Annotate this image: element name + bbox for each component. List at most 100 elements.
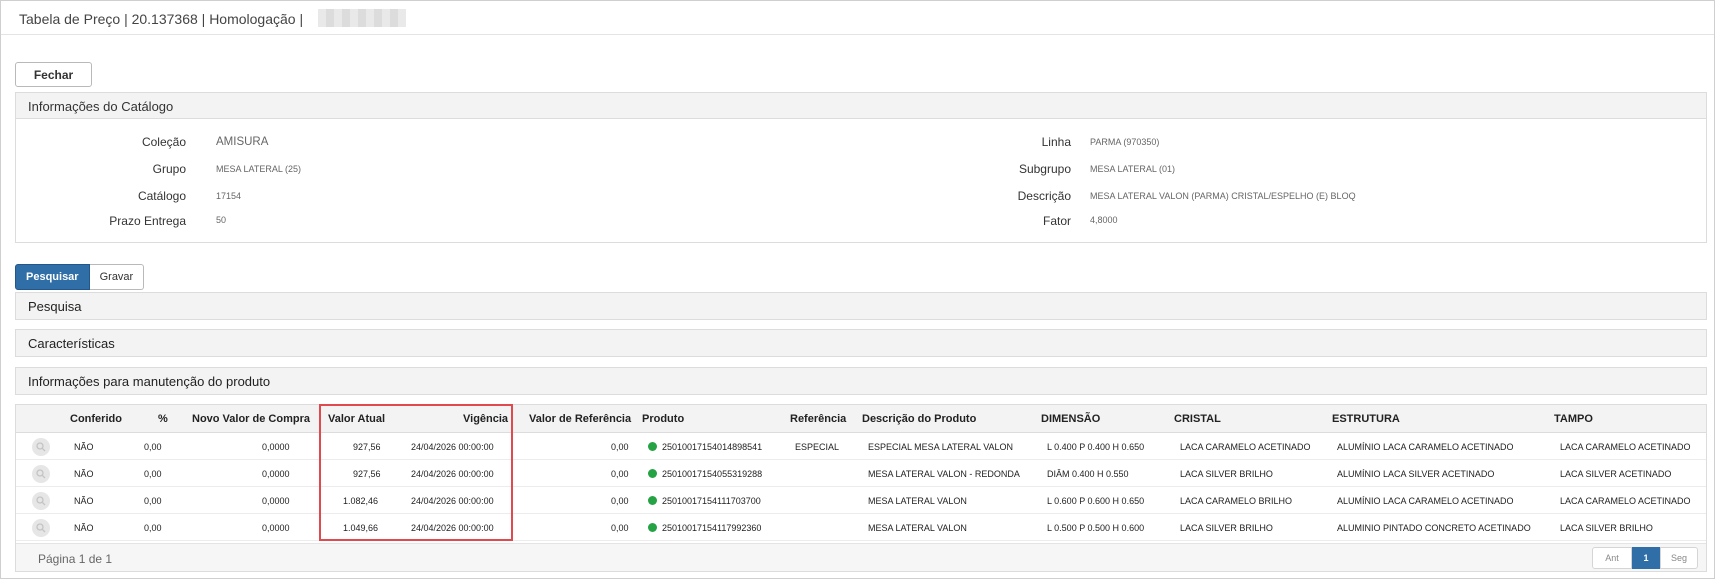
col-produto[interactable]: Produto	[642, 413, 684, 425]
search-button[interactable]: Pesquisar	[15, 264, 90, 290]
table-row[interactable]: NÃO 0,00 0,0000 1.049,66 24/04/2026 00:0…	[16, 514, 1706, 541]
cell-valor-referencia: 0,00	[611, 442, 629, 452]
section-caracteristicas[interactable]: Características	[15, 329, 1707, 357]
cell-cristal: LACA SILVER BRILHO	[1180, 469, 1273, 479]
cell-valor-atual: 1.049,66	[343, 523, 379, 533]
value-prazo-entrega: 50	[216, 215, 227, 225]
magnifier-icon[interactable]	[32, 438, 50, 456]
action-button-group: Pesquisar Gravar	[15, 264, 145, 290]
cell-conferido: NÃO	[74, 523, 94, 533]
pager: Ant 1 Seg	[1592, 547, 1698, 569]
col-novo-valor[interactable]: Novo Valor de Compra	[192, 413, 310, 425]
save-button[interactable]: Gravar	[89, 264, 145, 290]
col-cristal[interactable]: CRISTAL	[1174, 413, 1221, 425]
col-descricao[interactable]: Descrição do Produto	[862, 413, 976, 425]
catalog-panel-header: Informações do Catálogo	[15, 92, 1707, 119]
cell-valor-atual: 927,56	[353, 442, 381, 452]
cell-novo-valor: 0,0000	[262, 442, 290, 452]
cell-dimensao: L 0.600 P 0.600 H 0.650	[1047, 496, 1145, 506]
cell-conferido: NÃO	[74, 469, 94, 479]
cell-descricao: MESA LATERAL VALON - REDONDA	[868, 469, 1020, 479]
cell-valor-referencia: 0,00	[611, 496, 629, 506]
cell-percent: 0,00	[144, 496, 162, 506]
cell-valor-referencia: 0,00	[611, 523, 629, 533]
cell-percent: 0,00	[144, 523, 162, 533]
label-descricao: Descrição	[1017, 189, 1071, 203]
cell-dimensao: DIÂM 0.400 H 0.550	[1047, 469, 1129, 479]
cell-novo-valor: 0,0000	[262, 496, 290, 506]
section-pesquisa[interactable]: Pesquisa	[15, 292, 1707, 320]
cell-descricao: MESA LATERAL VALON	[868, 523, 967, 533]
value-fator: 4,8000	[1090, 215, 1118, 225]
cell-vigencia: 24/04/2026 00:00:00	[411, 469, 494, 479]
window-title: Tabela de Preço | 20.137368 | Homologaçã…	[19, 11, 304, 27]
cell-descricao: MESA LATERAL VALON	[868, 496, 967, 506]
col-referencia[interactable]: Referência	[790, 413, 846, 425]
value-descricao: MESA LATERAL VALON (PARMA) CRISTAL/ESPEL…	[1090, 191, 1356, 201]
label-catalogo: Catálogo	[137, 189, 186, 203]
cell-produto: 25010017154055319288	[662, 469, 763, 479]
value-grupo: MESA LATERAL (25)	[216, 164, 302, 174]
cell-estrutura: ALUMINIO PINTADO CONCRETO ACETINADO	[1337, 523, 1531, 533]
status-dot-icon	[648, 469, 657, 478]
cell-novo-valor: 0,0000	[262, 469, 290, 479]
cell-descricao: ESPECIAL MESA LATERAL VALON	[868, 442, 1014, 452]
col-vigencia[interactable]: Vigência	[463, 413, 508, 425]
cell-dimensao: L 0.500 P 0.500 H 0.600	[1047, 523, 1145, 533]
magnifier-icon[interactable]	[32, 465, 50, 483]
redacted-user	[318, 9, 406, 27]
cell-valor-atual: 927,56	[353, 469, 381, 479]
label-linha: Linha	[1041, 135, 1071, 149]
cell-valor-atual: 1.082,46	[343, 496, 379, 506]
cell-valor-referencia: 0,00	[611, 469, 629, 479]
col-estrutura[interactable]: ESTRUTURA	[1332, 413, 1400, 425]
status-dot-icon	[648, 442, 657, 451]
next-page-button[interactable]: Seg	[1660, 547, 1698, 569]
label-fator: Fator	[1042, 214, 1071, 228]
cell-estrutura: ALUMÍNIO LACA CARAMELO ACETINADO	[1337, 442, 1514, 452]
col-dimensao[interactable]: DIMENSÃO	[1041, 413, 1100, 425]
col-tampo[interactable]: TAMPO	[1554, 413, 1593, 425]
cell-novo-valor: 0,0000	[262, 523, 290, 533]
prev-page-button[interactable]: Ant	[1592, 547, 1632, 569]
cell-conferido: NÃO	[74, 496, 94, 506]
cell-estrutura: ALUMÍNIO LACA SILVER ACETINADO	[1337, 469, 1495, 479]
close-button[interactable]: Fechar	[15, 62, 92, 87]
page-1-button[interactable]: 1	[1632, 547, 1660, 569]
cell-conferido: NÃO	[74, 442, 94, 452]
cell-tampo: LACA CARAMELO ACETINADO	[1560, 442, 1691, 452]
cell-estrutura: ALUMÍNIO LACA CARAMELO ACETINADO	[1337, 496, 1514, 506]
product-grid: Conferido % Novo Valor de Compra Valor A…	[15, 404, 1707, 572]
cell-produto: 25010017154014898541	[662, 442, 763, 452]
grid-header: Conferido % Novo Valor de Compra Valor A…	[16, 405, 1706, 433]
value-colecao: AMISURA	[216, 136, 269, 148]
title-bar: Tabela de Preço | 20.137368 | Homologaçã…	[1, 1, 1714, 35]
grid-footer: Página 1 de 1 Ant 1 Seg	[16, 543, 1706, 571]
table-row[interactable]: NÃO 0,00 0,0000 927,56 24/04/2026 00:00:…	[16, 460, 1706, 487]
table-row[interactable]: NÃO 0,00 0,0000 1.082,46 24/04/2026 00:0…	[16, 487, 1706, 514]
col-percent[interactable]: %	[158, 413, 168, 425]
cell-referencia: ESPECIAL	[795, 442, 840, 452]
cell-cristal: LACA CARAMELO BRILHO	[1180, 496, 1293, 506]
cell-tampo: LACA CARAMELO ACETINADO	[1560, 496, 1691, 506]
catalog-panel: Coleção AMISURA Grupo MESA LATERAL (25) …	[15, 119, 1707, 243]
col-valor-atual[interactable]: Valor Atual	[328, 413, 385, 425]
cell-cristal: LACA CARAMELO ACETINADO	[1180, 442, 1311, 452]
price-table-window: Tabela de Preço | 20.137368 | Homologaçã…	[0, 0, 1715, 579]
label-colecao: Coleção	[141, 135, 186, 149]
page-info: Página 1 de 1	[38, 552, 113, 566]
cell-dimensao: L 0.400 P 0.400 H 0.650	[1047, 442, 1145, 452]
label-grupo: Grupo	[152, 162, 186, 176]
section-manutencao[interactable]: Informações para manutenção do produto	[15, 367, 1707, 395]
col-conferido[interactable]: Conferido	[70, 413, 122, 425]
table-row[interactable]: NÃO 0,00 0,0000 927,56 24/04/2026 00:00:…	[16, 433, 1706, 460]
cell-produto: 25010017154117992360	[662, 523, 762, 533]
label-subgrupo: Subgrupo	[1018, 162, 1071, 176]
magnifier-icon[interactable]	[32, 519, 50, 537]
cell-tampo: LACA SILVER BRILHO	[1560, 523, 1653, 533]
cell-produto: 25010017154111703700	[662, 496, 761, 506]
value-linha: PARMA (970350)	[1090, 137, 1160, 147]
magnifier-icon[interactable]	[32, 492, 50, 510]
col-valor-referencia[interactable]: Valor de Referência	[529, 413, 631, 425]
value-subgrupo: MESA LATERAL (01)	[1090, 164, 1176, 174]
